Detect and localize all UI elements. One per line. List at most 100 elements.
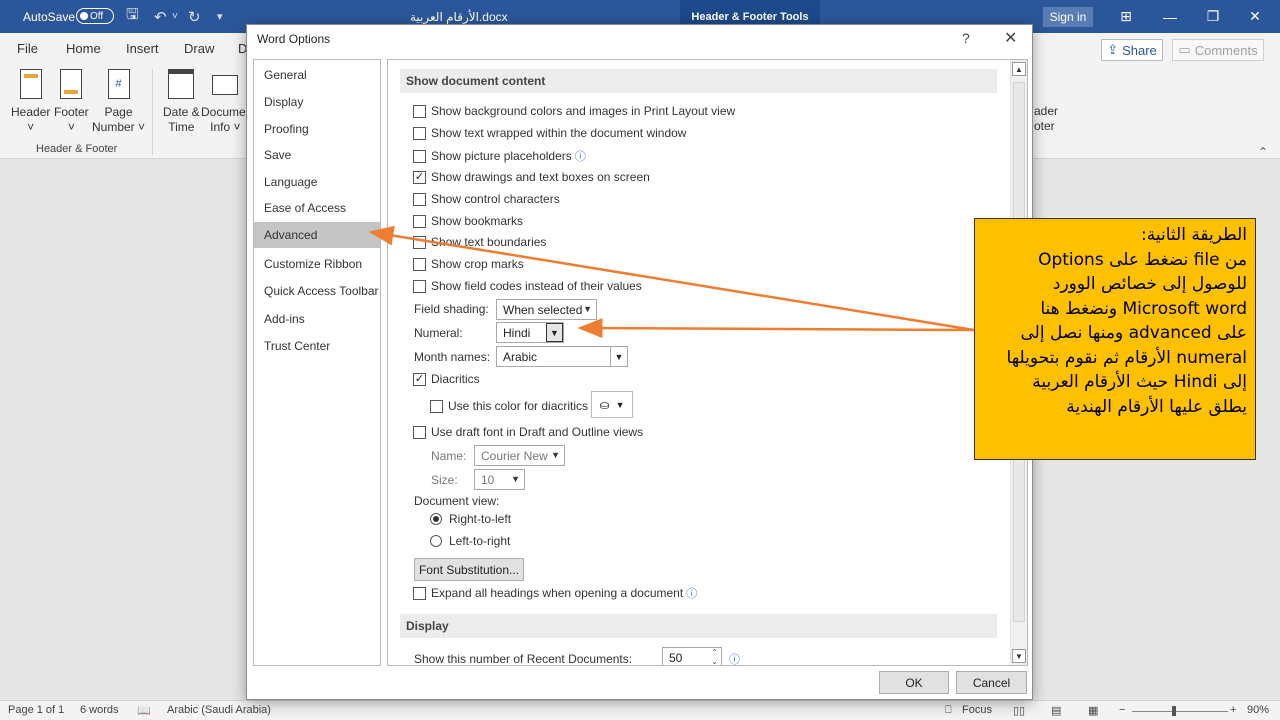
nav-item-add-ins[interactable]: Add-ins [254,306,380,332]
read-mode-icon[interactable]: ▯▯ [1013,704,1025,717]
nav-item-language[interactable]: Language [254,169,380,195]
checkbox-checked[interactable]: ✓ [413,170,426,184]
restore-icon[interactable]: ❐ [1190,0,1236,33]
diacritics-color-picker[interactable]: ⛀ ▼ [591,391,633,418]
web-layout-icon[interactable]: ▦ [1088,704,1098,717]
undo-icon[interactable]: ↶ [154,0,167,33]
redo-icon[interactable]: ↻ [188,0,201,33]
help-button[interactable]: ? [962,30,970,46]
option-diacritics-color[interactable]: Use this color for diacritics [430,399,588,413]
font-substitution-button[interactable]: Font Substitution... [414,558,524,581]
chevron-down-icon[interactable]: ▼ [610,347,627,366]
option-field-codes[interactable]: Show field codes instead of their values [413,279,642,293]
header-button[interactable]: Header ˅ [11,69,50,135]
info-icon[interactable]: ⓘ [726,651,740,665]
radio-left-to-right[interactable]: Left-to-right [430,534,510,548]
zoom-in-button[interactable]: + [1230,704,1236,716]
word-count[interactable]: 6 words [80,704,119,716]
recent-documents-spinner[interactable]: 50 ⌃ ⌄ [662,647,722,665]
tab-draw[interactable]: Draw [184,41,214,56]
nav-item-customize-ribbon[interactable]: Customize Ribbon [254,251,380,277]
tab-file[interactable]: File [17,41,38,56]
customize-icon[interactable]: ▾ [217,0,223,33]
info-icon[interactable]: ⓘ [686,585,697,601]
close-icon[interactable]: ✕ [1232,0,1278,33]
checkbox[interactable] [413,149,426,163]
radio-right-to-left[interactable]: Right-to-left [430,512,511,526]
comments-button[interactable]: ▭ Comments [1172,39,1264,61]
month-names-select[interactable]: Arabic ▼ [496,346,628,367]
nav-item-ease-of-access[interactable]: Ease of Access [254,195,380,221]
ok-button[interactable]: OK [879,671,949,694]
checkbox[interactable] [413,104,426,118]
close-header-footer-partial[interactable]: ader oter [1034,104,1058,134]
font-name-select[interactable]: Courier New ▼ [474,445,565,466]
scroll-up-icon[interactable]: ▲ [1012,62,1026,76]
option-diacritics[interactable]: ✓ Diacritics [413,372,480,386]
ribbon-display-icon[interactable]: ⊞ [1103,0,1149,33]
checkbox[interactable] [413,235,426,249]
nav-item-proofing[interactable]: Proofing [254,116,380,142]
zoom-level[interactable]: 90% [1247,704,1269,716]
checkbox[interactable] [413,126,426,140]
autosave-toggle[interactable]: Off [76,8,114,24]
field-shading-select[interactable]: When selected ▼ [496,299,597,320]
option-bookmarks[interactable]: Show bookmarks [413,214,523,228]
chevron-down-icon[interactable]: ▼ [546,323,563,342]
print-layout-icon[interactable]: ▤ [1051,704,1061,717]
zoom-slider[interactable] [1132,711,1228,712]
proofing-icon[interactable]: 📖 [137,704,151,717]
annotation-line: على advanced ومنها نصل إلى [1020,323,1247,343]
minimize-icon[interactable]: — [1147,0,1193,33]
dialog-close-button[interactable]: ✕ [1004,28,1017,48]
checkbox-checked[interactable]: ✓ [413,372,426,386]
checkbox[interactable] [413,425,426,439]
option-background-colors[interactable]: Show background colors and images in Pri… [413,104,735,118]
checkbox[interactable] [413,279,426,293]
option-draft-font[interactable]: Use draft font in Draft and Outline view… [413,425,643,439]
checkbox[interactable] [413,214,426,228]
scroll-down-icon[interactable]: ▼ [1012,649,1026,663]
option-text-wrapped[interactable]: Show text wrapped within the document wi… [413,126,686,140]
numeral-select[interactable]: Hindi ▼ [496,322,564,343]
checkbox[interactable] [413,257,426,271]
sign-in-button[interactable]: Sign in [1043,7,1093,27]
checkbox[interactable] [413,586,426,600]
focus-button[interactable]: Focus [962,704,992,716]
radio-selected[interactable] [430,513,442,525]
page-number-button[interactable]: # Page Number ˅ [92,69,145,135]
nav-item-advanced[interactable]: Advanced [254,222,380,248]
font-size-select[interactable]: 10 ▼ [474,469,525,490]
tab-insert[interactable]: Insert [126,41,159,56]
option-drawings-text-boxes[interactable]: ✓ Show drawings and text boxes on screen [413,170,650,184]
option-expand-headings[interactable]: Expand all headings when opening a docum… [413,585,697,601]
zoom-slider-thumb[interactable] [1172,706,1176,716]
language-status[interactable]: Arabic (Saudi Arabia) [167,704,271,716]
nav-item-save[interactable]: Save [254,142,380,168]
date-time-button[interactable]: Date & Time [163,69,200,135]
footer-button[interactable]: Footer ˅ [54,69,89,135]
checkbox[interactable] [430,399,443,413]
option-label: Show text boundaries [431,235,547,249]
zoom-out-button[interactable]: − [1119,704,1125,716]
nav-item-general[interactable]: General [254,62,380,88]
undo-dropdown-icon[interactable]: ˅ [172,0,178,33]
nav-item-trust-center[interactable]: Trust Center [254,333,380,359]
info-icon[interactable]: ⓘ [575,148,586,164]
save-icon[interactable]: 🖫 [126,0,139,33]
checkbox[interactable] [413,192,426,206]
cancel-button[interactable]: Cancel [956,671,1027,694]
option-picture-placeholders[interactable]: Show picture placeholders ⓘ [413,148,586,164]
option-control-characters[interactable]: Show control characters [413,192,560,206]
share-button[interactable]: ⇪ Share [1101,39,1163,61]
radio[interactable] [430,535,442,547]
option-crop-marks[interactable]: Show crop marks [413,257,524,271]
spinner-arrows-icon[interactable]: ⌃ ⌄ [711,648,718,665]
page-count[interactable]: Page 1 of 1 [8,704,64,716]
tab-home[interactable]: Home [66,41,101,56]
collapse-ribbon-icon[interactable]: ⌃ [1258,145,1268,159]
nav-item-display[interactable]: Display [254,89,380,115]
document-info-button[interactable]: Documer Info ˅ [201,69,250,135]
nav-item-quick-access-toolbar[interactable]: Quick Access Toolbar [254,278,380,304]
option-text-boundaries[interactable]: Show text boundaries [413,235,546,249]
